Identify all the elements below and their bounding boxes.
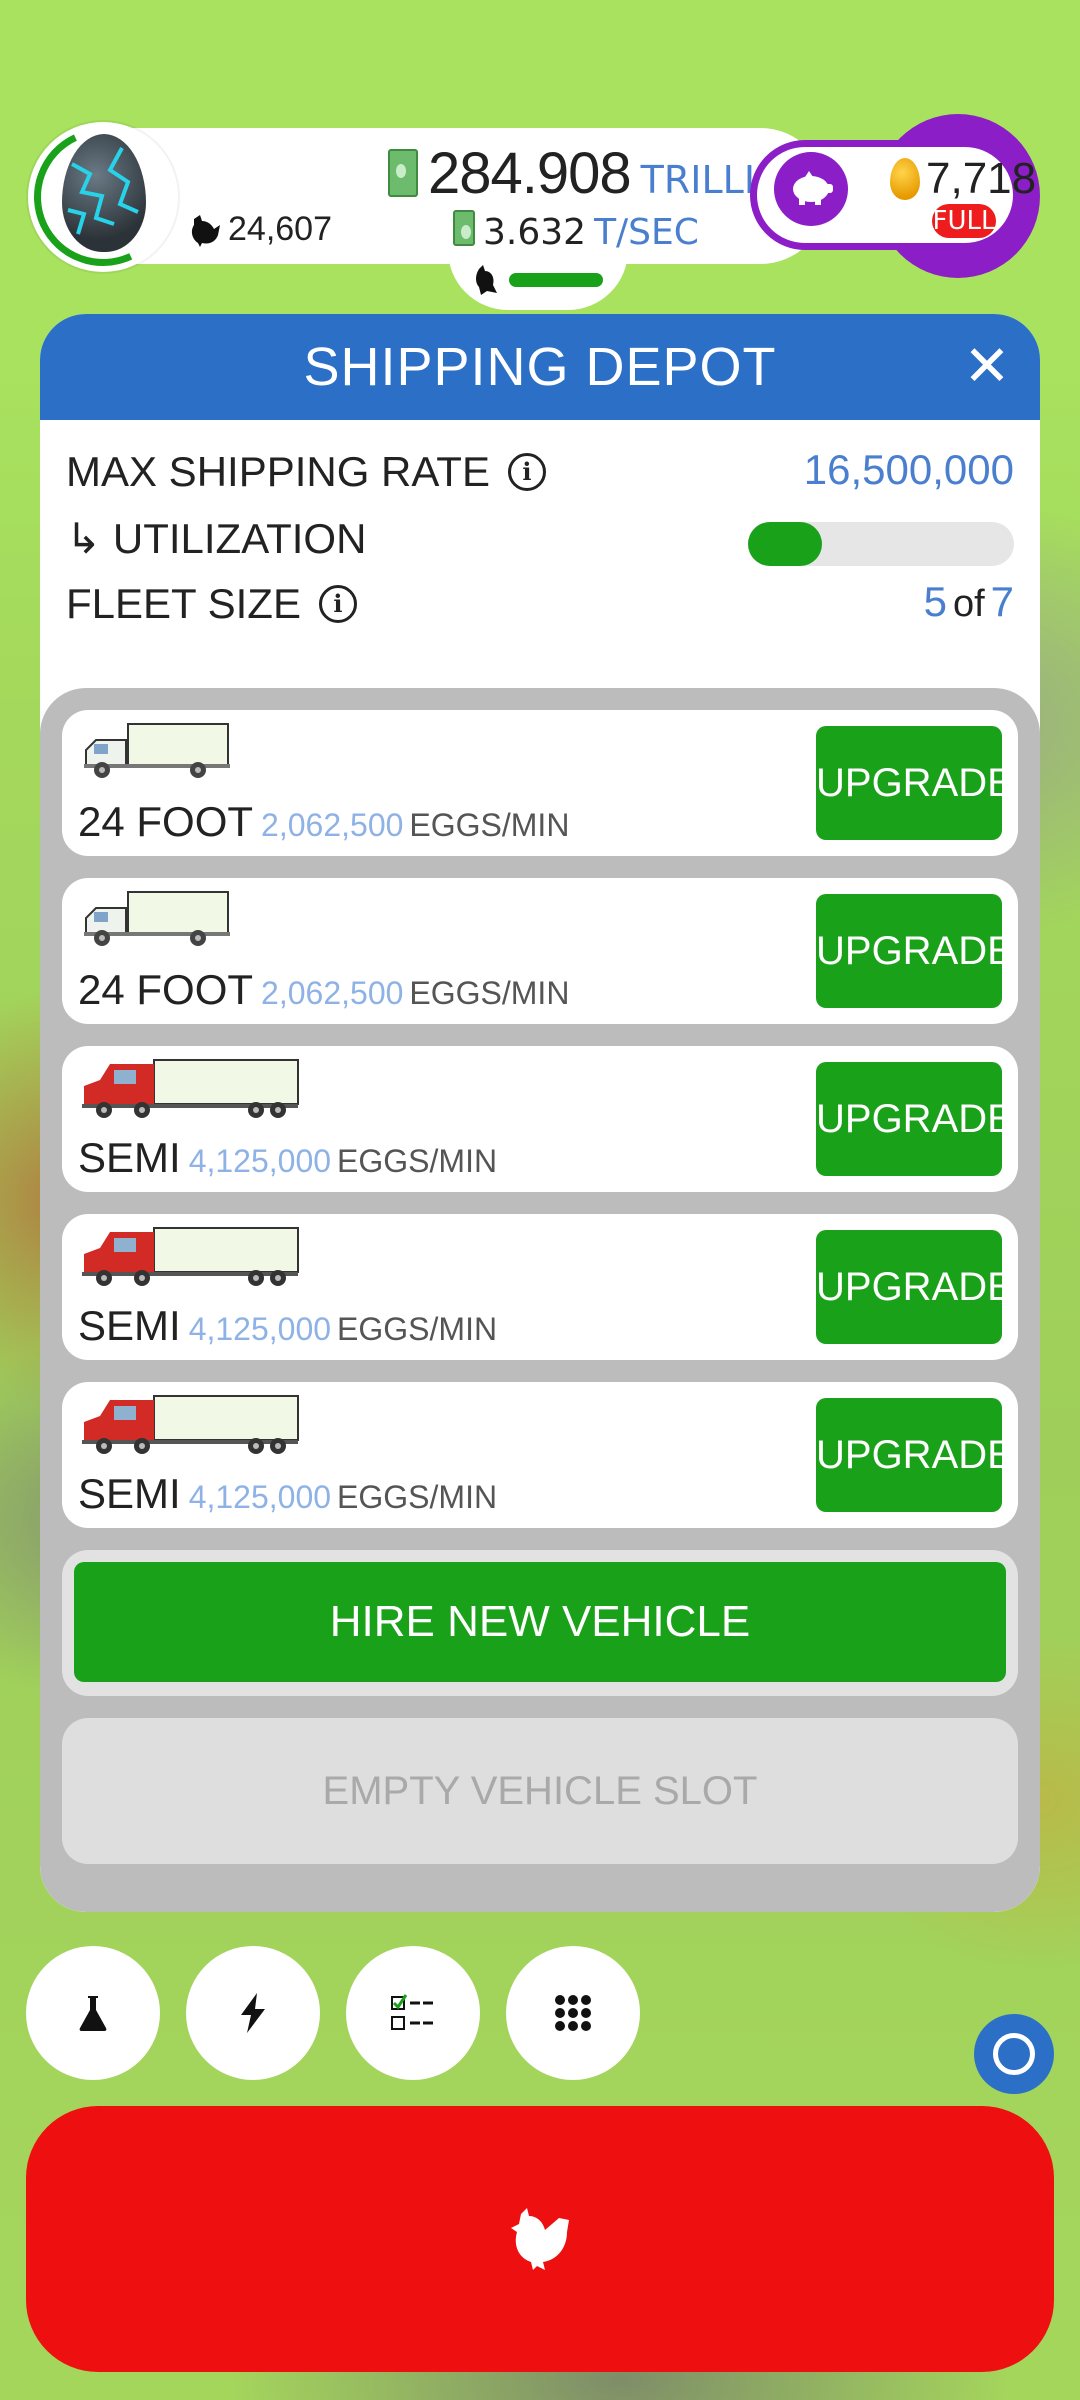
vehicle-name-line: SEMI 4,125,000 EGGS/MIN (78, 1302, 497, 1350)
vehicle-rate: 2,062,500 (261, 807, 404, 843)
grid-menu-icon (555, 1995, 591, 2031)
box-truck-icon (84, 723, 230, 778)
golden-egg-count: 7,718 (926, 154, 1037, 203)
boosts-button[interactable] (186, 1946, 320, 2080)
vehicle-rate-unit: EGGS/MIN (337, 1311, 498, 1347)
notification-button[interactable] (974, 2014, 1054, 2094)
lightning-icon (241, 1993, 265, 2033)
upgrade-button[interactable]: UPGRADE (816, 1062, 1014, 1176)
vehicle-row: SEMI 4,125,000 EGGS/MIN UPGRADE (62, 1382, 1018, 1528)
max-shipping-rate-row: MAX SHIPPING RATE i (66, 448, 546, 496)
vehicle-name-line: SEMI 4,125,000 EGGS/MIN (78, 1470, 497, 1518)
vehicle-rate: 4,125,000 (188, 1311, 332, 1347)
menu-button[interactable] (506, 1946, 640, 2080)
top-status-bar: 24,607 284.908 TRILLION 3.632 T/SEC 7,71… (14, 108, 1040, 310)
hire-new-vehicle-button[interactable]: HIRE NEW VEHICLE (74, 1562, 1006, 1682)
research-button[interactable] (26, 1946, 160, 2080)
ring-icon (993, 2033, 1035, 2075)
hatchery-bar (509, 273, 603, 287)
income-rate-unit: T/SEC (594, 212, 699, 253)
box-truck-icon (84, 891, 230, 946)
vehicle-rate-unit: EGGS/MIN (337, 1143, 498, 1179)
vehicle-name-line: SEMI 4,125,000 EGGS/MIN (78, 1134, 497, 1182)
utilization-bar (748, 522, 1014, 566)
info-icon[interactable]: i (318, 585, 357, 623)
vehicle-name-line: 24 FOOT 2,062,500 EGGS/MIN (78, 798, 569, 846)
close-button[interactable]: ✕ (960, 339, 1014, 395)
vehicle-name: 24 FOOT (78, 798, 254, 845)
fleet-size-value: 5 of 7 (924, 578, 1014, 626)
fleet-max: 7 (990, 578, 1014, 625)
cash-icon (388, 149, 418, 197)
current-egg-button[interactable] (14, 108, 192, 286)
upgrade-button[interactable]: UPGRADE (816, 726, 1014, 840)
vehicle-row: 24 FOOT 2,062,500 EGGS/MIN UPGRADE (62, 878, 1018, 1024)
upgrade-button[interactable]: UPGRADE (816, 1398, 1014, 1512)
missions-button[interactable] (346, 1946, 480, 2080)
vehicle-row: 24 FOOT 2,062,500 EGGS/MIN UPGRADE (62, 710, 1018, 856)
income-rate-value: 3.632 (483, 212, 587, 253)
piggy-full-badge: FULL (932, 204, 996, 238)
dialog-title: SHIPPING DEPOT (303, 337, 777, 397)
vehicle-rate-unit: EGGS/MIN (409, 975, 570, 1011)
semi-truck-icon (82, 1059, 299, 1118)
max-shipping-rate-value: 16,500,000 (803, 446, 1014, 493)
utilization-row: ↳ UTILIZATION (66, 514, 366, 563)
shipping-depot-dialog: SHIPPING DEPOT ✕ MAX SHIPPING RATE i 16,… (40, 314, 1040, 1912)
vehicle-name-line: 24 FOOT 2,062,500 EGGS/MIN (78, 966, 569, 1014)
hire-vehicle-slot: HIRE NEW VEHICLE (62, 1550, 1018, 1696)
fleet-of: of (952, 583, 985, 625)
chicken-count-value: 24,607 (228, 210, 332, 248)
vehicle-rate: 4,125,000 (188, 1143, 332, 1179)
max-shipping-rate-label: MAX SHIPPING RATE (66, 448, 490, 495)
vehicle-name: SEMI (78, 1134, 181, 1181)
info-icon[interactable]: i (507, 453, 546, 491)
vehicle-row: SEMI 4,125,000 EGGS/MIN UPGRADE (62, 1214, 1018, 1360)
vehicle-row: SEMI 4,125,000 EGGS/MIN UPGRADE (62, 1046, 1018, 1192)
vehicle-rate: 2,062,500 (261, 975, 404, 1011)
hatch-chicken-button[interactable] (26, 2106, 1054, 2372)
chick-icon (476, 265, 497, 295)
fleet-current: 5 (923, 578, 947, 625)
hatchery-indicator[interactable] (448, 250, 628, 310)
income-rate: 3.632 T/SEC (453, 208, 699, 253)
vehicle-rate: 4,125,000 (188, 1479, 332, 1515)
cash-icon (453, 210, 475, 246)
chicken-icon (511, 2208, 569, 2270)
vehicle-name: 24 FOOT (78, 966, 254, 1013)
golden-egg-icon (890, 158, 920, 200)
vehicle-rate-unit: EGGS/MIN (337, 1479, 498, 1515)
vehicle-name: SEMI (78, 1470, 181, 1517)
semi-truck-icon (82, 1395, 299, 1454)
utilization-label: ↳ UTILIZATION (66, 515, 367, 562)
vehicle-rate-unit: EGGS/MIN (409, 807, 570, 843)
upgrade-button[interactable]: UPGRADE (816, 894, 1014, 1008)
empty-vehicle-slot: EMPTY VEHICLE SLOT (62, 1718, 1018, 1864)
utilization-bar-fill (748, 522, 823, 566)
vehicle-name: SEMI (78, 1302, 181, 1349)
money-value: 284.908 (428, 141, 632, 206)
semi-truck-icon (82, 1227, 299, 1286)
fleet-size-label: FLEET SIZE (66, 580, 301, 627)
fleet-size-row: FLEET SIZE i (66, 580, 357, 628)
checklist-icon (391, 1994, 434, 2030)
chicken-count: 24,607 (188, 210, 332, 249)
piggy-bank-icon (774, 152, 848, 226)
piggy-bank-widget[interactable]: 7,718 FULL (750, 114, 1040, 278)
chicken-icon (191, 214, 220, 247)
flask-icon (79, 1996, 107, 2031)
upgrade-button[interactable]: UPGRADE (816, 1230, 1014, 1344)
vehicle-list: 24 FOOT 2,062,500 EGGS/MIN UPGRADE 24 FOOT… (40, 688, 1040, 1912)
